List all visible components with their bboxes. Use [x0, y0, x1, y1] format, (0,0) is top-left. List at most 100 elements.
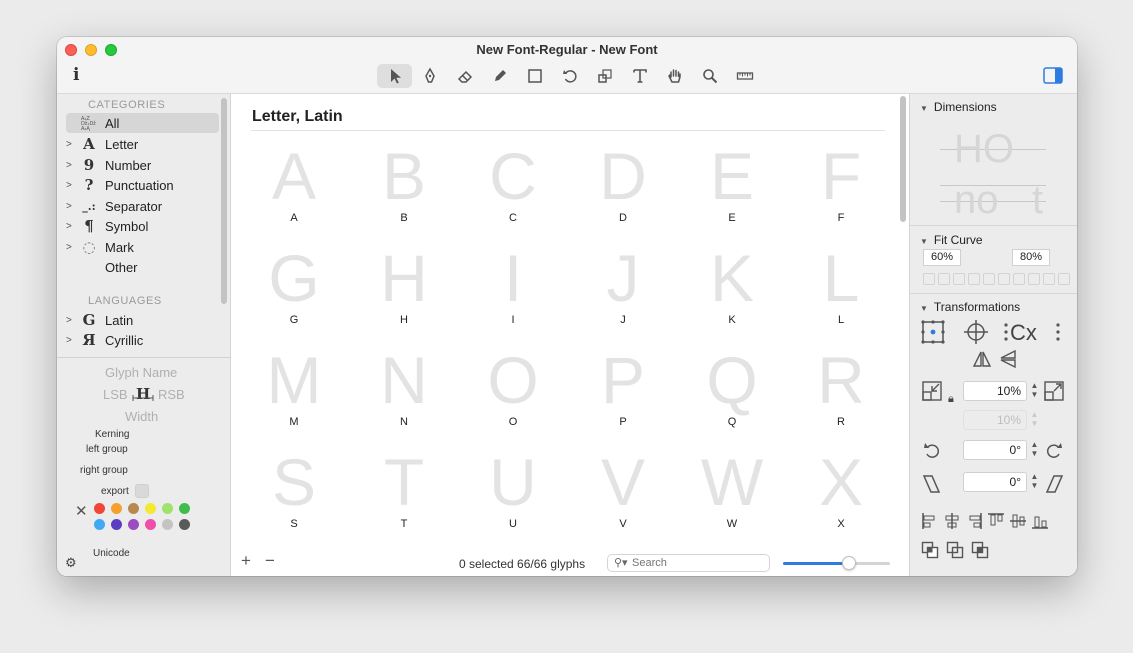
language-item-cyrillic[interactable]: > Я Cyrillic — [66, 330, 219, 350]
gear-icon[interactable]: ⚙ — [65, 555, 77, 571]
rotate-stepper[interactable]: ▲ ▼ — [1029, 440, 1040, 460]
rsb-field[interactable]: RSB — [158, 387, 185, 402]
color-swatch[interactable] — [145, 503, 156, 514]
fit-curve-preset[interactable] — [1028, 273, 1040, 285]
glyph-cell[interactable]: FF — [786, 138, 896, 243]
lock-icon[interactable]: 🔒︎ — [948, 393, 954, 406]
color-swatch[interactable] — [94, 519, 105, 530]
text-tool-button[interactable] — [622, 64, 657, 88]
fit-curve-preset[interactable] — [998, 273, 1010, 285]
glyph-cell[interactable]: LL — [786, 240, 896, 345]
dimensions-section-toggle[interactable]: ▼ Dimensions — [920, 100, 997, 114]
color-swatch[interactable] — [179, 503, 190, 514]
color-swatch[interactable] — [162, 519, 173, 530]
intersect-icon[interactable] — [971, 541, 989, 559]
glyph-cell[interactable]: EE — [677, 138, 787, 243]
glyph-cell[interactable]: RR — [786, 342, 896, 447]
color-swatch[interactable] — [179, 519, 190, 530]
align-top-icon[interactable] — [987, 512, 1005, 530]
rotate-tool-button[interactable] — [552, 64, 587, 88]
align-right-icon[interactable] — [965, 512, 983, 530]
fit-curve-section-toggle[interactable]: ▼ Fit Curve — [920, 233, 983, 247]
chevron-right-icon[interactable]: > — [66, 139, 76, 150]
union-icon[interactable] — [921, 541, 939, 559]
glyph-cell[interactable]: TT — [349, 444, 459, 549]
inspector-toggle-icon[interactable] — [1043, 67, 1063, 84]
glyph-cell[interactable]: DD — [568, 138, 678, 243]
crosshair-origin-icon[interactable] — [962, 319, 990, 345]
lsb-field[interactable]: LSB — [103, 387, 128, 402]
select-tool-button[interactable] — [377, 64, 412, 88]
category-item-punctuation[interactable]: > ? Punctuation — [66, 175, 219, 195]
color-swatch[interactable] — [145, 519, 156, 530]
measure-tool-button[interactable] — [727, 64, 762, 88]
transformations-section-toggle[interactable]: ▼ Transformations — [920, 300, 1020, 314]
glyph-cell[interactable]: HH — [349, 240, 459, 345]
scale-stepper[interactable]: ▲ ▼ — [1029, 381, 1040, 401]
glyph-cell[interactable]: UU — [458, 444, 568, 549]
fit-curve-max-field[interactable]: 80% — [1012, 249, 1050, 266]
flip-horizontal-icon[interactable] — [972, 349, 992, 369]
fit-curve-preset[interactable] — [938, 273, 950, 285]
glyph-cell[interactable]: II — [458, 240, 568, 345]
color-swatch[interactable] — [111, 519, 122, 530]
center-x-icon[interactable]: Cx — [1004, 319, 1062, 345]
pencil-tool-button[interactable] — [482, 64, 517, 88]
fit-curve-preset[interactable] — [1043, 273, 1055, 285]
remove-glyph-button[interactable]: − — [265, 551, 275, 571]
chevron-right-icon[interactable]: > — [66, 201, 76, 212]
glyph-cell[interactable]: PP — [568, 342, 678, 447]
color-swatch[interactable] — [94, 503, 105, 514]
slant-right-icon[interactable] — [1044, 474, 1064, 494]
slant-stepper[interactable]: ▲ ▼ — [1029, 472, 1040, 492]
category-item-number[interactable]: > 9 Number — [66, 155, 219, 175]
color-swatch[interactable] — [128, 519, 139, 530]
no-color-icon[interactable]: ✕ — [75, 502, 88, 520]
width-field[interactable]: Width — [125, 409, 158, 424]
hand-tool-button[interactable] — [657, 64, 692, 88]
rotate-field[interactable]: 0° — [963, 440, 1027, 460]
language-item-latin[interactable]: > G Latin — [66, 310, 219, 330]
chevron-right-icon[interactable]: > — [66, 180, 76, 191]
align-bottom-icon[interactable] — [1031, 512, 1049, 530]
slant-left-icon[interactable] — [922, 474, 942, 494]
rectangle-tool-button[interactable] — [517, 64, 552, 88]
chevron-right-icon[interactable]: > — [66, 221, 76, 232]
zoom-tool-button[interactable] — [692, 64, 727, 88]
fit-curve-preset[interactable] — [1013, 273, 1025, 285]
color-swatch[interactable] — [162, 503, 173, 514]
info-icon[interactable]: i — [73, 65, 79, 85]
scale-tool-button[interactable] — [587, 64, 622, 88]
align-center-icon[interactable] — [943, 512, 961, 530]
eraser-tool-button[interactable] — [447, 64, 482, 88]
color-swatch[interactable] — [111, 503, 122, 514]
align-middle-icon[interactable] — [1009, 512, 1027, 530]
fit-curve-preset[interactable] — [953, 273, 965, 285]
pen-tool-button[interactable] — [412, 64, 447, 88]
rotate-clockwise-icon[interactable] — [1044, 441, 1064, 461]
zoom-slider-knob[interactable] — [842, 556, 856, 570]
fit-curve-preset[interactable] — [923, 273, 935, 285]
subtract-icon[interactable] — [946, 541, 964, 559]
rotate-counterclockwise-icon[interactable] — [922, 441, 942, 461]
glyph-cell[interactable]: OO — [458, 342, 568, 447]
glyph-cell[interactable]: MM — [239, 342, 349, 447]
category-item-all[interactable]: A₂Z ǅ₂ǅ A₂Ą All — [66, 113, 219, 133]
glyph-cell[interactable]: JJ — [568, 240, 678, 345]
scale-down-icon[interactable] — [922, 381, 942, 401]
add-glyph-button[interactable]: + — [241, 551, 251, 571]
glyph-name-field[interactable]: Glyph Name — [105, 365, 177, 380]
glyph-cell[interactable]: QQ — [677, 342, 787, 447]
glyph-cell[interactable]: SS — [239, 444, 349, 549]
glyph-cell[interactable]: GG — [239, 240, 349, 345]
left-group-field[interactable]: left group — [86, 444, 128, 455]
category-item-separator[interactable]: > _.: Separator — [66, 196, 219, 216]
fit-curve-preset[interactable] — [1058, 273, 1070, 285]
category-item-other[interactable]: Other — [66, 257, 219, 277]
chevron-right-icon[interactable]: > — [66, 335, 76, 346]
right-group-field[interactable]: right group — [80, 465, 128, 476]
grid-scrollbar[interactable] — [900, 96, 906, 222]
scale-field[interactable]: 10% — [963, 381, 1027, 401]
category-item-symbol[interactable]: > ¶ Symbol — [66, 216, 219, 236]
slant-field[interactable]: 0° — [963, 472, 1027, 492]
